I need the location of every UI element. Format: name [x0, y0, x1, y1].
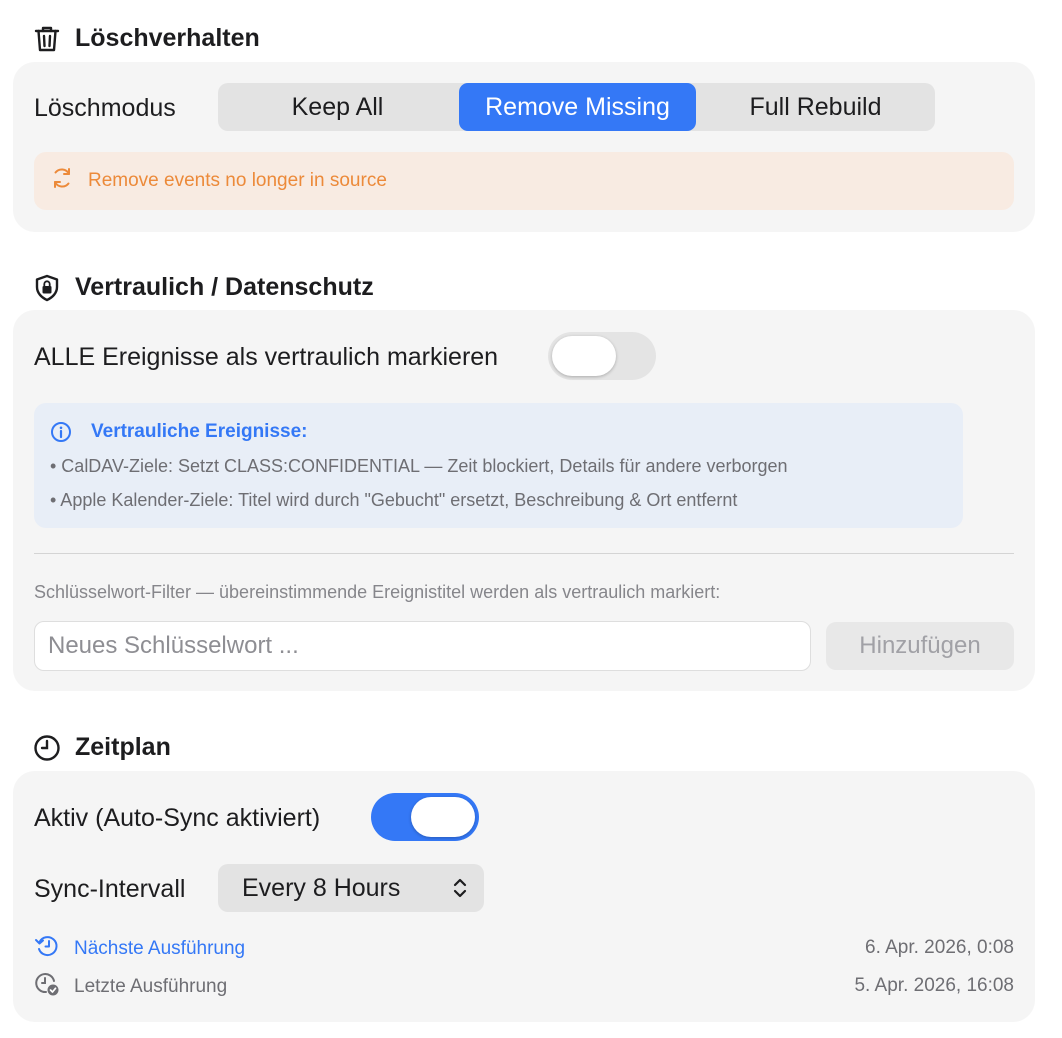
delete-mode-segmented-control: Keep All Remove Missing Full Rebuild	[218, 83, 935, 131]
info-line-caldav: • CalDAV-Ziele: Setzt CLASS:CONFIDENTIAL…	[50, 456, 788, 476]
clock-icon	[33, 734, 61, 762]
confidential-all-toggle[interactable]	[548, 332, 656, 380]
keyword-filter-label: Schlüsselwort-Filter — übereinstimmende …	[34, 582, 721, 602]
lock-shield-icon	[33, 274, 61, 302]
next-run-row: Nächste Ausführung	[34, 936, 245, 962]
info-title: Vertrauliche Ereignisse:	[91, 421, 308, 442]
sync-arrows-icon	[50, 166, 74, 196]
schedule-card: Aktiv (Auto-Sync aktiviert) Sync-Interva…	[13, 771, 1035, 1022]
next-run-label: Nächste Ausführung	[74, 938, 246, 959]
sync-interval-select[interactable]: Every 8 Hours	[218, 864, 484, 912]
trash-icon	[33, 25, 61, 53]
auto-sync-label: Aktiv (Auto-Sync aktiviert)	[34, 804, 321, 832]
sync-interval-label: Sync-Intervall	[34, 875, 186, 903]
segment-full-rebuild[interactable]: Full Rebuild	[696, 83, 935, 131]
delete-card: Löschmodus Keep All Remove Missing Full …	[13, 62, 1035, 232]
toggle-knob	[411, 797, 475, 837]
delete-mode-label: Löschmodus	[34, 94, 176, 122]
last-run-value: 5. Apr. 2026, 16:08	[854, 975, 1014, 996]
privacy-card: ALLE Ereignisse als vertraulich markiere…	[13, 310, 1035, 691]
next-run-value: 6. Apr. 2026, 0:08	[865, 937, 1014, 958]
section-header-schedule: Zeitplan	[33, 733, 171, 762]
chevron-up-down-icon	[452, 876, 468, 907]
section-title: Vertraulich / Datenschutz	[75, 273, 374, 301]
section-header-delete: Löschverhalten	[33, 24, 260, 53]
divider	[34, 553, 1014, 554]
info-icon	[50, 421, 72, 448]
confidential-all-label: ALLE Ereignisse als vertraulich markiere…	[34, 343, 499, 371]
add-keyword-button[interactable]: Hinzufügen	[826, 622, 1014, 670]
auto-sync-toggle[interactable]	[371, 793, 479, 841]
delete-mode-info: Remove events no longer in source	[34, 152, 1014, 210]
section-title: Löschverhalten	[75, 24, 260, 52]
last-run-row: Letzte Ausführung	[34, 971, 228, 1003]
segment-remove-missing[interactable]: Remove Missing	[459, 83, 696, 131]
last-run-label: Letzte Ausführung	[74, 976, 228, 997]
keyword-input[interactable]	[34, 621, 811, 671]
info-line-apple: • Apple Kalender-Ziele: Titel wird durch…	[50, 490, 738, 510]
clock-check-icon	[34, 971, 60, 1003]
clock-arrow-icon	[34, 934, 60, 964]
segment-keep-all[interactable]: Keep All	[218, 83, 457, 131]
sync-interval-value: Every 8 Hours	[242, 873, 401, 902]
section-header-privacy: Vertraulich / Datenschutz	[33, 273, 374, 302]
toggle-knob	[552, 336, 616, 376]
confidential-info-box: Vertrauliche Ereignisse: • CalDAV-Ziele:…	[34, 403, 963, 528]
section-title: Zeitplan	[75, 733, 171, 761]
delete-mode-info-text: Remove events no longer in source	[88, 170, 387, 191]
